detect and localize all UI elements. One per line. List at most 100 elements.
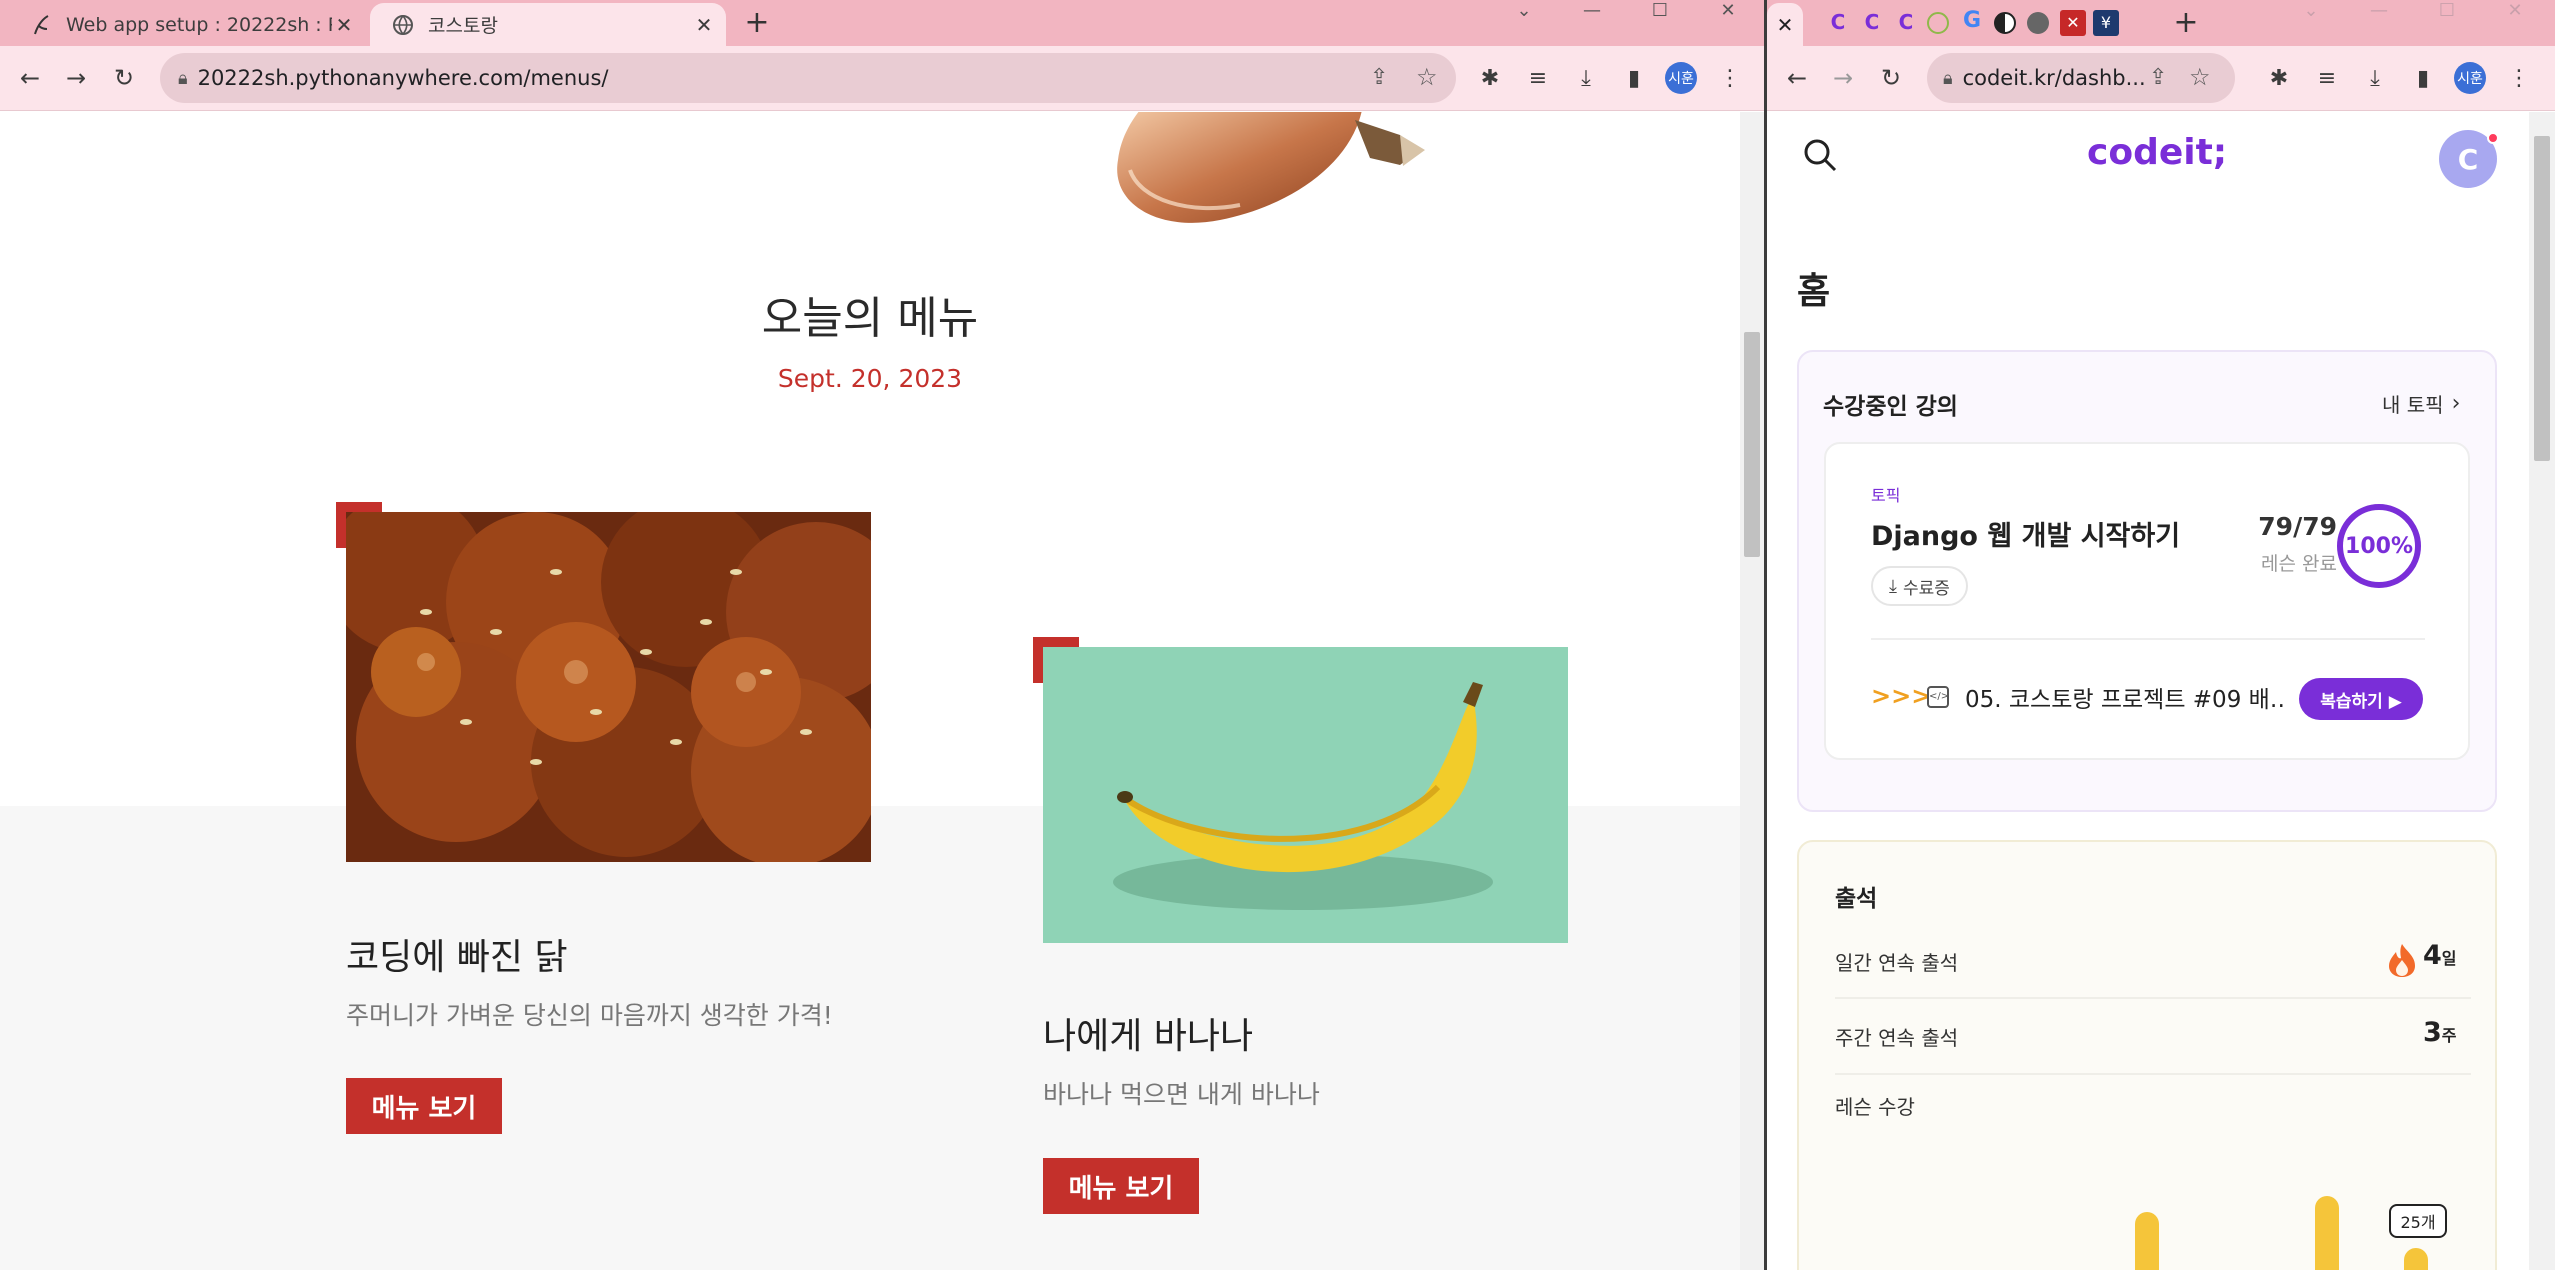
- weekly-streak-unit: 주: [2441, 1026, 2457, 1045]
- codeit-icon[interactable]: C: [1825, 10, 1851, 36]
- lock-icon: 🔒︎: [1943, 67, 1953, 89]
- bookmark-star-icon[interactable]: ☆: [2189, 63, 2211, 91]
- left-browser-window: Web app setup : 20222sh : Pyth ✕ 코스토랑 ✕ …: [0, 0, 1764, 1270]
- more-menu-icon[interactable]: ⋮: [1712, 60, 1748, 96]
- back-icon[interactable]: ←: [12, 60, 48, 96]
- back-icon[interactable]: ←: [1779, 60, 1815, 96]
- progress-caption: 레슨 완료: [2261, 553, 2337, 575]
- lesson-bar: [2315, 1196, 2339, 1270]
- globe-icon: [392, 14, 414, 36]
- close-window-icon[interactable]: ✕: [2495, 0, 2535, 21]
- right-browser-window: ✕ C C C G ✕ ¥ + ⌄ — ☐ ✕ ← → ↻ 🔒︎ codeit.…: [1767, 0, 2555, 1270]
- codeit-logo[interactable]: codeit;: [2087, 132, 2227, 173]
- forward-icon[interactable]: →: [58, 60, 94, 96]
- bookmark-icon[interactable]: ¥: [2093, 10, 2119, 36]
- banana-photo: [1043, 647, 1568, 943]
- menu-date: Sept. 20, 2023: [777, 364, 963, 393]
- new-tab-icon[interactable]: +: [2171, 8, 2201, 38]
- address-bar[interactable]: 🔒︎ 20222sh.pythonanywhere.com/menus/ ⇪ ☆: [160, 53, 1456, 103]
- tab-search-icon[interactable]: ⌄: [2291, 0, 2331, 21]
- lesson-bar: [2404, 1248, 2428, 1270]
- google-icon[interactable]: G: [1959, 8, 1985, 34]
- download-icon[interactable]: ⤓: [1568, 60, 1604, 96]
- page-heading: 오늘의 메뉴: [761, 293, 979, 344]
- tab-title: Web app setup : 20222sh : Pyth: [66, 13, 332, 36]
- maximize-icon[interactable]: ☐: [2427, 0, 2467, 21]
- ai-icon[interactable]: [1927, 12, 1949, 34]
- address-bar[interactable]: 🔒︎ codeit.kr/dashb... ⇪ ☆: [1927, 53, 2235, 103]
- close-icon[interactable]: ✕: [332, 13, 356, 37]
- lock-icon: 🔒︎: [178, 67, 188, 89]
- page-scrollbar[interactable]: [1740, 112, 1764, 1270]
- more-menu-icon[interactable]: ⋮: [2501, 60, 2537, 96]
- media-icon[interactable]: ≡: [1520, 60, 1556, 96]
- weekly-streak-value: 3주: [2423, 1017, 2457, 1048]
- weekly-streak-label: 주간 연속 출석: [1835, 1026, 1959, 1050]
- codeit-icon[interactable]: C: [1859, 10, 1885, 36]
- fried-chicken-photo: [346, 512, 871, 862]
- url-text: 20222sh.pythonanywhere.com/menus/: [197, 66, 609, 90]
- new-tab-icon[interactable]: +: [742, 8, 772, 38]
- download-icon: ⤓: [1889, 575, 1897, 597]
- view-menu-button[interactable]: 메뉴 보기: [1043, 1158, 1199, 1214]
- progress-count: 79/79: [2258, 512, 2337, 541]
- lessons-taken-label: 레슨 수강: [1835, 1095, 1915, 1119]
- extensions-icon[interactable]: ✱: [2261, 60, 2297, 96]
- last-lesson-title[interactable]: 05. 코스토랑 프로젝트 #09 배…: [1965, 680, 2285, 714]
- my-topics-link[interactable]: 내 토픽 ›: [2382, 389, 2460, 418]
- side-panel-icon[interactable]: ▮: [2405, 60, 2441, 96]
- menu-description: 주머니가 가벼운 당신의 마음까지 생각한 가격!: [346, 1001, 833, 1030]
- tab-search-icon[interactable]: ⌄: [1504, 0, 1544, 21]
- codeit-icon[interactable]: C: [1893, 10, 1919, 36]
- profile-avatar[interactable]: 시훈: [2454, 62, 2486, 94]
- reload-icon[interactable]: ↻: [1873, 60, 1909, 96]
- view-menu-button[interactable]: 메뉴 보기: [346, 1078, 502, 1134]
- forward-icon[interactable]: →: [1825, 60, 1861, 96]
- course-title[interactable]: Django 웹 개발 시작하기: [1871, 514, 2180, 553]
- codeit-dashboard: codeit; C 홈 수강중인 강의 내 토픽 › 토픽 Django 웹 개…: [1767, 112, 2555, 1270]
- minimize-icon[interactable]: —: [1572, 0, 1612, 21]
- python-anywhere-icon: [30, 14, 52, 36]
- code-lesson-icon: </>: [1927, 686, 1949, 708]
- ide-icon[interactable]: ✕: [2060, 10, 2086, 36]
- row-divider: [1835, 997, 2471, 999]
- certificate-button[interactable]: ⤓ 수료증: [1871, 566, 1968, 606]
- share-icon[interactable]: ⇪: [1370, 65, 1388, 90]
- media-icon[interactable]: ≡: [2309, 60, 2345, 96]
- maximize-icon[interactable]: ☐: [1640, 0, 1680, 21]
- tab-strip: Web app setup : 20222sh : Pyth ✕ 코스토랑 ✕ …: [0, 0, 1764, 46]
- extensions-icon[interactable]: ✱: [1472, 60, 1508, 96]
- course-tag: 토픽: [1871, 486, 1901, 505]
- close-window-icon[interactable]: ✕: [1708, 0, 1748, 21]
- scrollbar-thumb[interactable]: [2534, 136, 2550, 461]
- scrollbar-thumb[interactable]: [1744, 332, 1760, 557]
- close-icon[interactable]: ✕: [692, 13, 716, 37]
- lesson-bar: [2135, 1212, 2159, 1270]
- bookmark-star-icon[interactable]: ☆: [1416, 63, 1438, 91]
- page-scrollbar[interactable]: [2529, 112, 2555, 1270]
- daily-streak-unit: 일: [2441, 949, 2457, 968]
- progress-percent: 100%: [2345, 533, 2413, 559]
- profile-avatar[interactable]: 시훈: [1665, 62, 1697, 94]
- my-topics-label: 내 토픽: [2382, 393, 2444, 417]
- row-divider: [1835, 1073, 2471, 1075]
- progress-ring: 100%: [2335, 502, 2423, 590]
- attendance-header: 출석: [1835, 886, 1878, 912]
- notification-dot: [2487, 132, 2499, 144]
- card-divider: [1871, 638, 2425, 640]
- share-icon[interactable]: ⇪: [2149, 65, 2167, 90]
- tab-web-app-setup[interactable]: Web app setup : 20222sh : Pyth ✕: [8, 3, 366, 46]
- review-button[interactable]: 복습하기 ▶: [2299, 678, 2423, 720]
- reload-icon[interactable]: ↻: [106, 60, 142, 96]
- tab-costorang[interactable]: 코스토랑 ✕: [370, 3, 726, 46]
- side-panel-icon[interactable]: ▮: [1616, 60, 1652, 96]
- daily-streak-value: 4일: [2423, 940, 2457, 971]
- search-icon[interactable]: [1802, 137, 1838, 173]
- close-icon[interactable]: ✕: [1767, 3, 1803, 46]
- daily-streak-label: 일간 연속 출석: [1835, 951, 1959, 975]
- minimize-icon[interactable]: —: [2359, 0, 2399, 21]
- download-icon[interactable]: ⤓: [2357, 60, 2393, 96]
- chrome-icon[interactable]: [2027, 12, 2049, 34]
- dark-mode-icon[interactable]: [1994, 12, 2016, 34]
- certificate-label: 수료증: [1902, 578, 1950, 599]
